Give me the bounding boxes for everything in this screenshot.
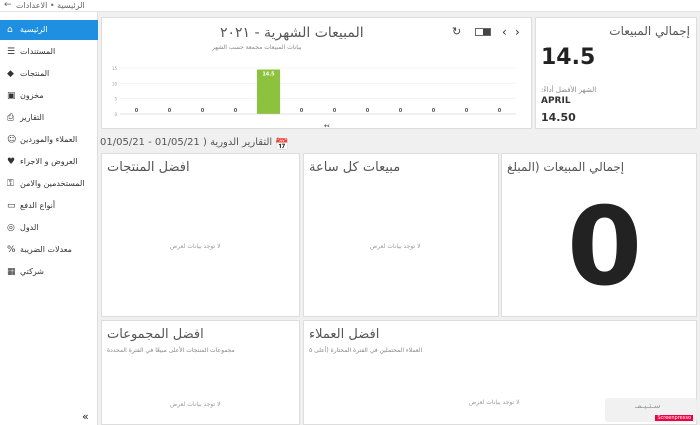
total-amount-panel: إجمالي المبيعات (المبلغ 0 [501, 153, 697, 317]
top-groups-subtitle: مجموعات المنتجات الأعلى مبيعًا في الفترة… [107, 347, 235, 354]
top-products-title: افضل المنتجات [107, 160, 190, 175]
sidebar-item-label: مخزون [20, 91, 44, 100]
total-sales-panel: إجمالي المبيعات 14.5 الشهر الأفضل أداءً:… [535, 17, 697, 129]
sidebar-item-label: شركتي [20, 267, 45, 276]
scroll-arrow-icon: ↢ [324, 122, 330, 130]
chevron-left-icon[interactable]: ‹ [502, 25, 507, 39]
data-label: 0 [333, 108, 337, 114]
calendar-icon[interactable]: 📅 [275, 138, 289, 151]
total-amount-value: 0 [567, 185, 643, 310]
sidebar-item-heart[interactable]: ♥ العروض و الاجراء [0, 152, 98, 172]
top-customers-subtitle: العملاء المحتملين في الفترة المختارة (أع… [309, 347, 423, 354]
sidebar-item-label: العملاء والموردين [20, 135, 78, 144]
total-amount-title: إجمالي المبيعات (المبلغ [507, 160, 625, 174]
data-label: 0 [135, 108, 139, 114]
sidebar-item-tag[interactable]: ◆ المنتجات [0, 64, 98, 84]
sidebar-item-label: الرئيسية [20, 25, 48, 34]
sidebar: ⌂ الرئيسية ☰ المستندات ◆ المنتجات ▣ مخزون ⎙ التقا… [0, 12, 98, 425]
toggle-icon[interactable] [475, 28, 491, 36]
y-tick-label: 10 [112, 81, 118, 86]
total-sales-title: إجمالي المبيعات [609, 24, 690, 38]
box-icon: ▣ [7, 91, 16, 101]
key-icon: ⚿ [7, 179, 14, 189]
sidebar-item-label: المستخدمين والامن [20, 179, 85, 188]
total-sales-value: 14.5 [541, 45, 596, 70]
y-tick-label: 0 [114, 112, 117, 117]
sidebar-item-card[interactable]: ▭ أنواع الدفع [0, 196, 98, 216]
data-label: 14.5 [262, 72, 275, 78]
top-customers-nodata: لا توجد بيانات لعرض [469, 399, 520, 406]
data-label: 0 [168, 108, 172, 114]
sidebar-item-label: أنواع الدفع [20, 201, 56, 210]
sidebar-item-label: المنتجات [20, 69, 50, 78]
data-label: 0 [300, 108, 304, 114]
best-month-name: APRIL [541, 96, 571, 106]
y-tick-label: 5 [114, 97, 117, 102]
monthly-sales-title: المبيعات الشهرية - ٢٠٢١ [220, 25, 364, 41]
chevron-right-icon[interactable]: › [515, 25, 520, 39]
data-label: 0 [399, 108, 403, 114]
watermark-logo: سـتـيـمـ Screenpresso [605, 398, 697, 422]
data-label: 0 [465, 108, 469, 114]
sidebar-item-key[interactable]: ⚿ المستخدمين والامن [0, 174, 98, 194]
top-groups-panel: افضل المجموعات مجموعات المنتجات الأعلى م… [101, 320, 300, 425]
refresh-icon[interactable]: ↻ [452, 25, 461, 38]
watermark-badge: Screenpresso [655, 415, 693, 421]
period-range: 01/05/21 - 01/05/21 ) التقارير الدورية ( [100, 137, 280, 148]
top-products-nodata: لا توجد بيانات لعرض [170, 243, 221, 250]
monthly-sales-subtitle: بيانات المبيعات مجمعة حسب الشهر [212, 44, 302, 51]
tag-icon: ◆ [7, 69, 14, 79]
title-bar: ← الرئيسية • الاعدادات [0, 0, 700, 12]
sidebar-item-users[interactable]: ☺ العملاء والموردين [0, 130, 98, 150]
sidebar-item-document[interactable]: ☰ المستندات [0, 42, 98, 62]
monthly-sales-chart: 0 5 10 15 0 0 0 0 14.5 0 0 0 0 0 0 0 ↢ [112, 66, 516, 130]
monthly-sales-panel: المبيعات الشهرية - ٢٠٢١ بيانات المبيعات … [101, 17, 532, 130]
percent-icon: % [7, 245, 16, 255]
users-icon: ☺ [7, 135, 17, 145]
best-month-value: 14.50 [541, 111, 576, 124]
sidebar-item-label: التقارير [20, 113, 45, 122]
building-icon: ▦ [7, 267, 16, 277]
top-products-panel: افضل المنتجات لا توجد بيانات لعرض [101, 153, 300, 317]
data-label: 0 [366, 108, 370, 114]
sidebar-item-label: المستندات [20, 47, 56, 56]
sidebar-item-building[interactable]: ▦ شركتي [0, 262, 98, 282]
data-label: 0 [498, 108, 502, 114]
data-label: 0 [201, 108, 205, 114]
back-arrow-icon[interactable]: ← [4, 0, 12, 11]
y-tick-label: 15 [112, 66, 118, 71]
card-icon: ▭ [7, 201, 16, 211]
sidebar-item-globe[interactable]: ◎ الدول [0, 218, 98, 238]
sidebar-item-label: العروض و الاجراء [20, 157, 78, 166]
hourly-sales-nodata: لا توجد بيانات لعرض [370, 243, 421, 250]
top-groups-title: افضل المجموعات [107, 327, 204, 342]
top-customers-title: افضل العملاء [309, 327, 380, 342]
printer-icon: ⎙ [7, 113, 15, 123]
globe-icon: ◎ [7, 223, 15, 233]
hourly-sales-panel: مبيعات كل ساعة لا توجد بيانات لعرض [303, 153, 499, 317]
breadcrumb: الرئيسية • الاعدادات [16, 1, 85, 10]
data-label: 0 [234, 108, 238, 114]
sidebar-item-label: معدلات الضريبة [20, 245, 72, 254]
document-icon: ☰ [7, 47, 16, 57]
home-icon: ⌂ [7, 25, 13, 35]
sidebar-item-printer[interactable]: ⎙ التقارير [0, 108, 98, 128]
best-month-label: الشهر الأفضل أداءً: [541, 86, 597, 94]
sidebar-item-label: الدول [20, 223, 39, 232]
sidebar-item-home[interactable]: ⌂ الرئيسية [0, 20, 98, 40]
watermark-text: سـتـيـمـ [635, 401, 661, 410]
sidebar-item-box[interactable]: ▣ مخزون [0, 86, 98, 106]
data-label: 0 [432, 108, 436, 114]
sidebar-item-percent[interactable]: % معدلات الضريبة [0, 240, 98, 260]
heart-icon: ♥ [7, 157, 16, 167]
top-groups-nodata: لا توجد بيانات لعرض [170, 401, 221, 408]
double-chevron-left-icon[interactable]: « [82, 410, 89, 423]
hourly-sales-title: مبيعات كل ساعة [309, 160, 401, 175]
